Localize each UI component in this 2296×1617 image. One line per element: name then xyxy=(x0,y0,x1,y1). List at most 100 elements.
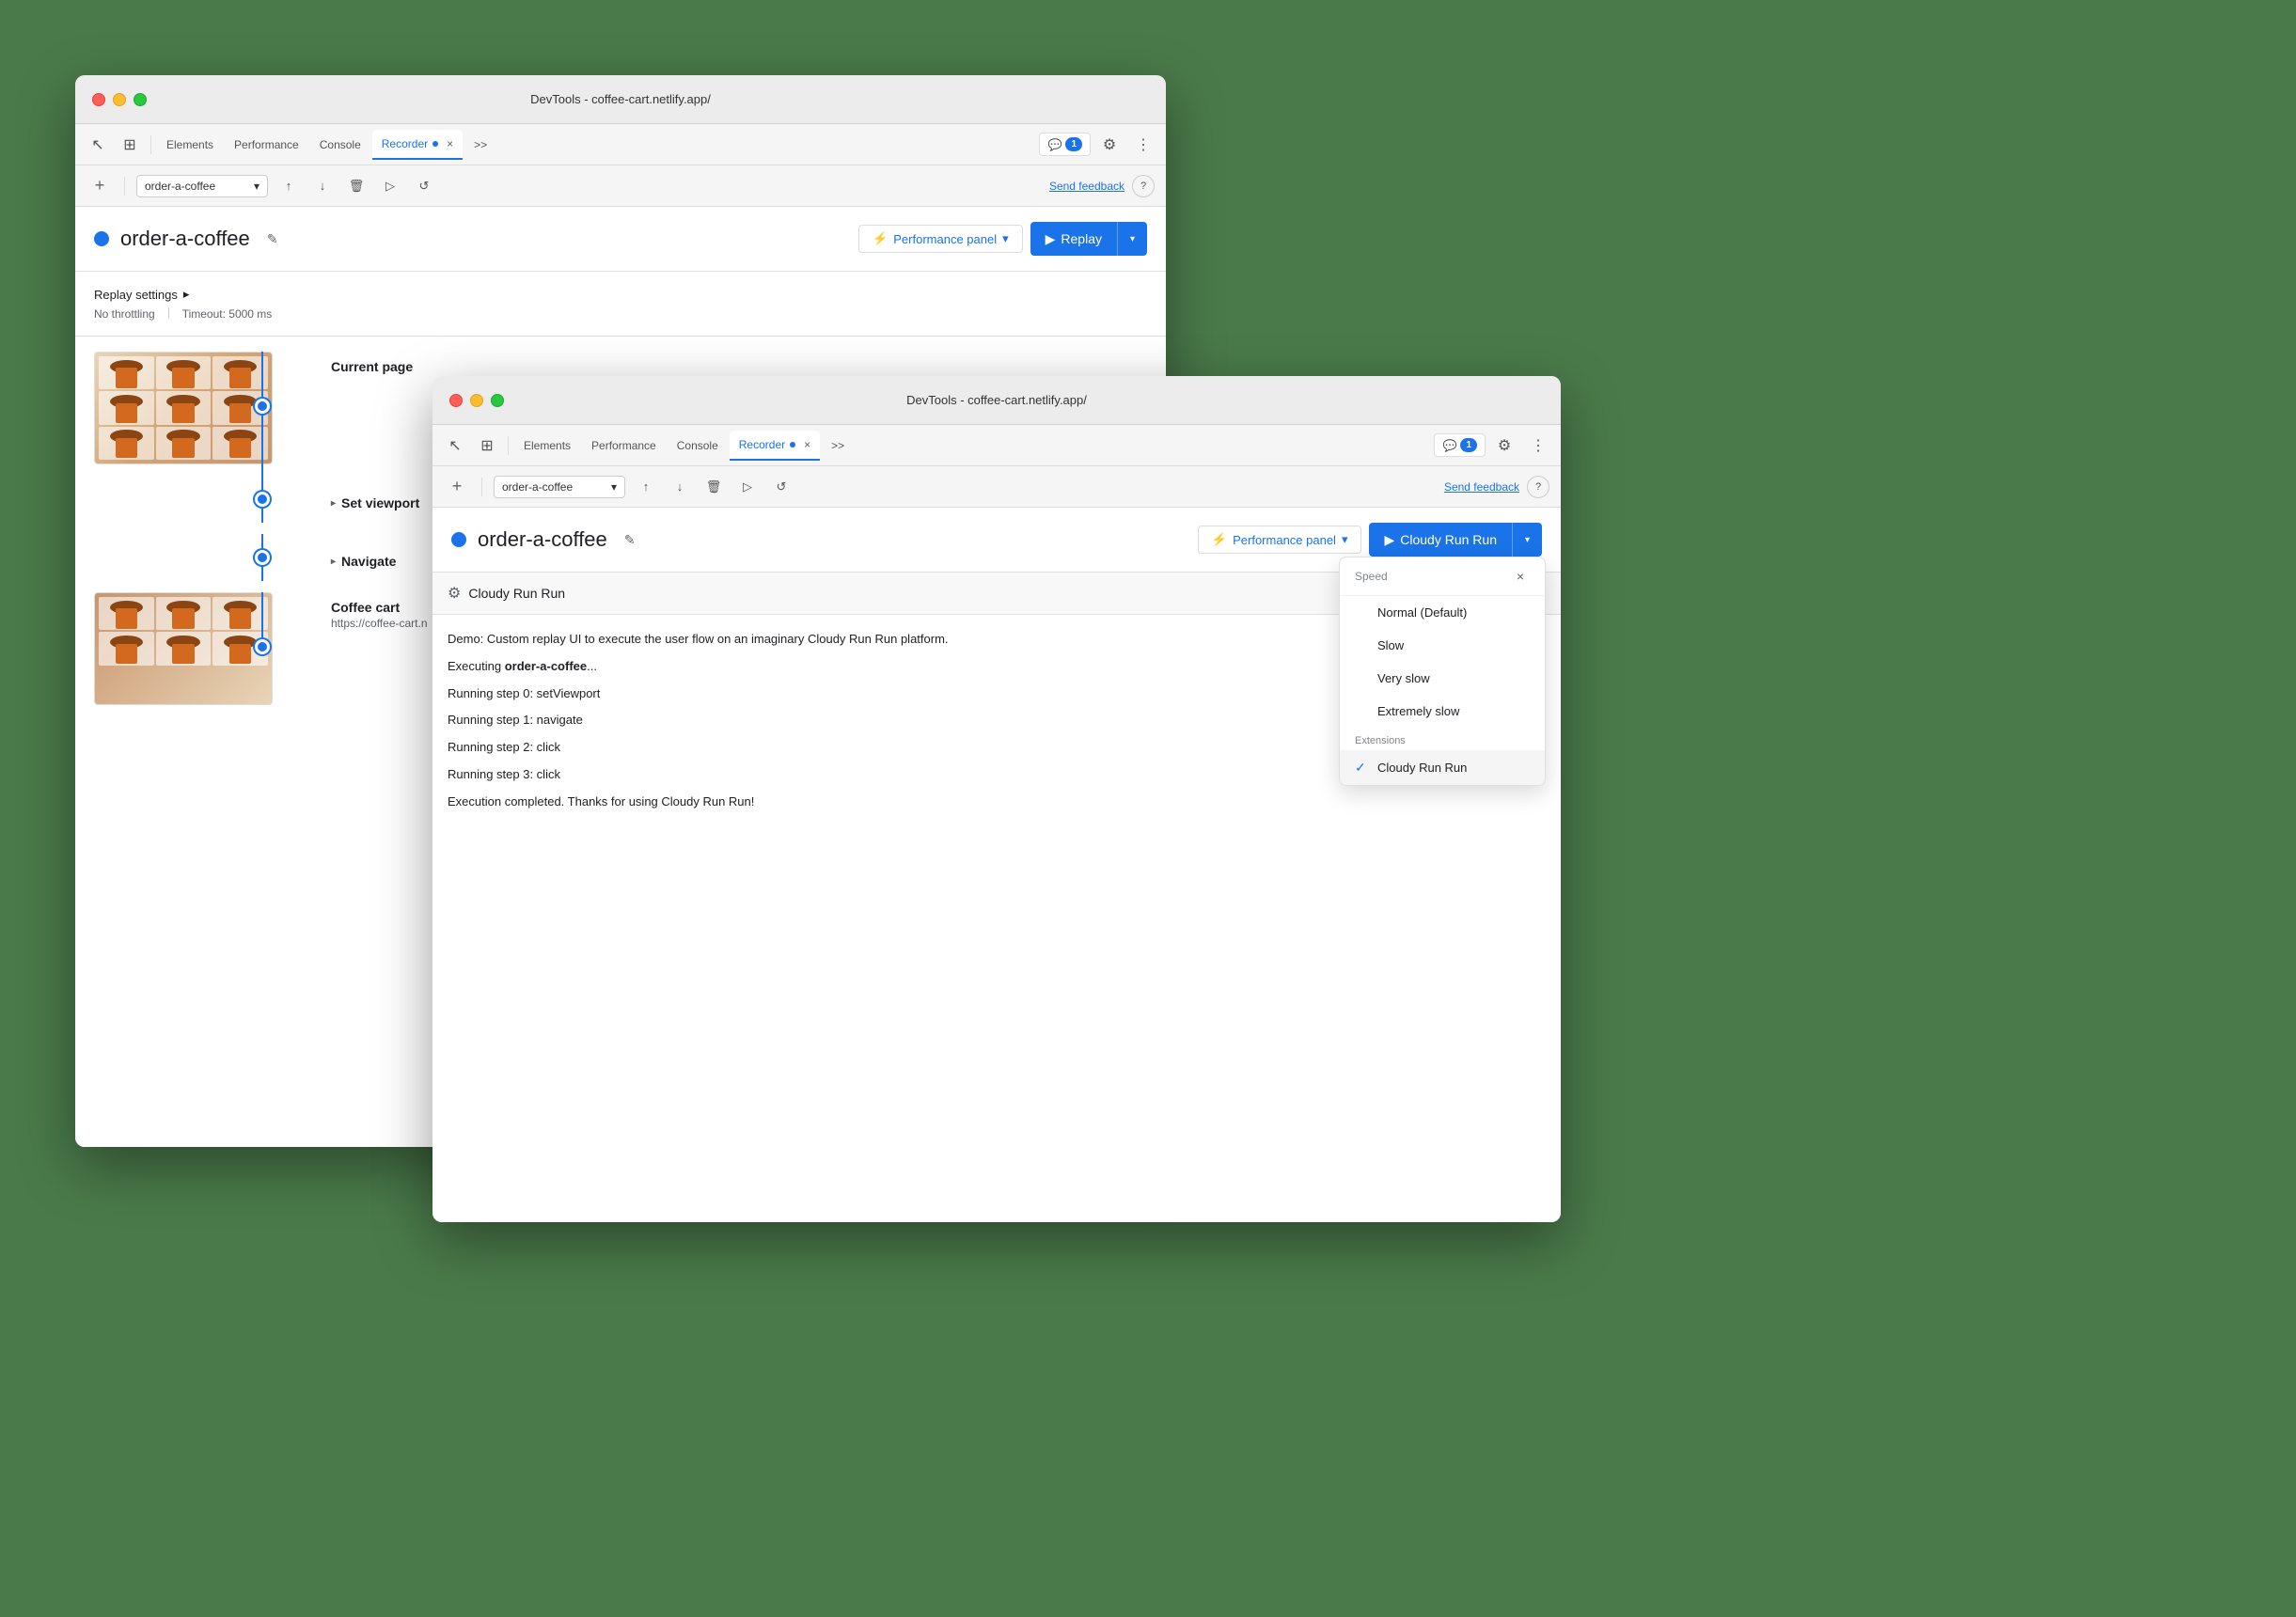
toolbar-right-front: Send feedback ? xyxy=(1444,476,1549,498)
help-btn-front[interactable]: ? xyxy=(1527,476,1549,498)
tab-more-front[interactable]: >> xyxy=(822,431,854,461)
title-bar-front: DevTools - coffee-cart.netlify.app/ xyxy=(432,376,1561,425)
more-vert-icon-front[interactable]: ⋮ xyxy=(1523,431,1553,461)
badge-front: 1 xyxy=(1460,438,1477,452)
replay-btn-back[interactable]: ▶ Replay ▾ xyxy=(1030,222,1147,256)
chat-icon-front: 💬 xyxy=(1442,439,1456,452)
maximize-button-back[interactable] xyxy=(134,93,147,106)
chat-badge-front[interactable]: 💬 1 xyxy=(1434,433,1486,457)
add-recording-btn-back[interactable]: + xyxy=(86,173,113,199)
replay-label-front: Cloudy Run Run xyxy=(1400,532,1497,547)
recorder-close-back[interactable]: × xyxy=(447,137,453,150)
import-icon-front[interactable]: ↓ xyxy=(667,474,693,500)
close-button-back[interactable] xyxy=(92,93,105,106)
help-btn-back[interactable]: ? xyxy=(1132,175,1155,197)
tab-performance-front[interactable]: Performance xyxy=(582,431,666,461)
sc-cell-4 xyxy=(99,391,154,424)
delete-icon-front[interactable]: 🗑 xyxy=(700,474,727,500)
dropdown-item-slow[interactable]: Slow xyxy=(1340,629,1545,662)
timeout-value-back: Timeout: 5000 ms xyxy=(182,307,273,321)
replay-dropdown-arrow-back[interactable]: ▾ xyxy=(1117,222,1147,256)
tab-elements-back[interactable]: Elements xyxy=(157,130,223,160)
toolbar-divider-back xyxy=(124,177,125,196)
run-icon-back[interactable]: ▷ xyxy=(377,173,403,199)
cc-cell-5 xyxy=(156,632,212,665)
gear-icon-back[interactable]: ⚙ xyxy=(1094,130,1124,160)
dropdown-item-cloudy-run-run[interactable]: ✓ Cloudy Run Run xyxy=(1340,750,1545,785)
cursor-icon-front[interactable]: ↖ xyxy=(440,431,470,461)
more-vert-icon-back[interactable]: ⋮ xyxy=(1128,130,1158,160)
import-icon-back[interactable]: ↓ xyxy=(309,173,336,199)
tab-recorder-front[interactable]: Recorder × xyxy=(730,431,820,461)
dropdown-item-very-slow[interactable]: Very slow xyxy=(1340,662,1545,695)
tab-performance-back[interactable]: Performance xyxy=(225,130,308,160)
export-icon-back[interactable]: ↑ xyxy=(275,173,302,199)
chevron-down-icon-back: ▾ xyxy=(254,180,259,193)
sc-cell-7 xyxy=(99,427,154,460)
perf-panel-btn-back[interactable]: ⚡ Performance panel ▾ xyxy=(858,225,1023,253)
add-recording-btn-front[interactable]: + xyxy=(444,474,470,500)
step-visual-current-page xyxy=(94,352,282,464)
recording-selector-front[interactable]: order-a-coffee ▾ xyxy=(494,476,625,498)
edit-title-icon-back[interactable]: ✎ xyxy=(261,228,284,250)
tab-recorder-back[interactable]: Recorder × xyxy=(372,130,463,160)
send-feedback-front[interactable]: Send feedback xyxy=(1444,480,1519,494)
tab-divider-1 xyxy=(150,135,151,154)
tab-console-front[interactable]: Console xyxy=(668,431,728,461)
maximize-button-front[interactable] xyxy=(491,394,504,407)
step-screenshot-coffee-cart xyxy=(94,592,273,705)
run-icon-front[interactable]: ▷ xyxy=(734,474,761,500)
perf-icon-back: ⚡ xyxy=(873,231,888,246)
gear-icon-front[interactable]: ⚙ xyxy=(1489,431,1519,461)
settings-expand-icon-back: ▸ xyxy=(183,287,190,302)
recording-title-back: order-a-coffee xyxy=(120,227,250,251)
perf-panel-btn-front[interactable]: ⚡ Performance panel ▾ xyxy=(1198,526,1362,554)
replay-main-btn-back[interactable]: ▶ Replay xyxy=(1030,224,1117,255)
settings-section-back: Replay settings ▸ No throttling Timeout:… xyxy=(75,272,1166,337)
send-feedback-back[interactable]: Send feedback xyxy=(1049,180,1124,193)
badge-back: 1 xyxy=(1065,137,1082,151)
tab-elements-front[interactable]: Elements xyxy=(514,431,580,461)
delete-icon-back[interactable]: 🗑 xyxy=(343,173,370,199)
dropdown-item-normal[interactable]: Normal (Default) xyxy=(1340,596,1545,629)
recording-header-back: order-a-coffee ✎ ⚡ Performance panel ▾ ▶… xyxy=(75,207,1166,272)
tab-bar-back: ↖ ⊞ Elements Performance Console Recorde… xyxy=(75,124,1166,165)
perf-icon-front: ⚡ xyxy=(1212,532,1227,547)
minimize-button-front[interactable] xyxy=(470,394,483,407)
plugin-completion: Execution completed. Thanks for using Cl… xyxy=(448,793,1546,812)
tab-console-back[interactable]: Console xyxy=(310,130,370,160)
title-bar-back: DevTools - coffee-cart.netlify.app/ xyxy=(75,75,1166,124)
step-expand-navigate: ▸ xyxy=(331,557,336,567)
traffic-lights-front xyxy=(449,394,504,407)
replay-dropdown-arrow-front[interactable]: ▾ xyxy=(1512,523,1542,557)
cc-cell-1 xyxy=(99,597,154,630)
toolbar-back: + order-a-coffee ▾ ↑ ↓ 🗑 ▷ ↺ Send feedba… xyxy=(75,165,1166,207)
dropdown-item-extremely-slow[interactable]: Extremely slow xyxy=(1340,695,1545,728)
replay-btn-front[interactable]: ▶ Cloudy Run Run ▾ xyxy=(1369,523,1542,557)
executing-bold: order-a-coffee xyxy=(505,659,587,673)
refresh-icon-back[interactable]: ↺ xyxy=(411,173,437,199)
chat-badge-back[interactable]: 💬 1 xyxy=(1039,133,1091,156)
recorder-icon-back xyxy=(430,138,441,149)
chat-icon-back: 💬 xyxy=(1047,138,1062,151)
minimize-button-back[interactable] xyxy=(113,93,126,106)
sc-cell-5 xyxy=(156,391,212,424)
recorder-close-front[interactable]: × xyxy=(804,438,810,451)
replay-main-btn-front[interactable]: ▶ Cloudy Run Run xyxy=(1369,525,1512,556)
tab-more-back[interactable]: >> xyxy=(464,130,496,160)
close-button-front[interactable] xyxy=(449,394,463,407)
dropdown-close-btn[interactable]: × xyxy=(1511,567,1530,586)
export-icon-front[interactable]: ↑ xyxy=(633,474,659,500)
cursor-icon-back[interactable]: ↖ xyxy=(83,130,113,160)
step-label-current-page[interactable]: Current page xyxy=(331,359,1147,374)
recording-selector-back[interactable]: order-a-coffee ▾ xyxy=(136,175,268,197)
layers-icon-back[interactable]: ⊞ xyxy=(115,130,145,160)
settings-title-back[interactable]: Replay settings ▸ xyxy=(94,287,1147,302)
screenshot-inner-current-page xyxy=(95,353,272,463)
step-visual-coffee-cart xyxy=(94,592,282,705)
edit-title-icon-front[interactable]: ✎ xyxy=(619,528,641,551)
refresh-icon-front[interactable]: ↺ xyxy=(768,474,794,500)
step-dot-navigate xyxy=(255,550,270,565)
layers-icon-front[interactable]: ⊞ xyxy=(472,431,502,461)
sc-cell-1 xyxy=(99,356,154,389)
